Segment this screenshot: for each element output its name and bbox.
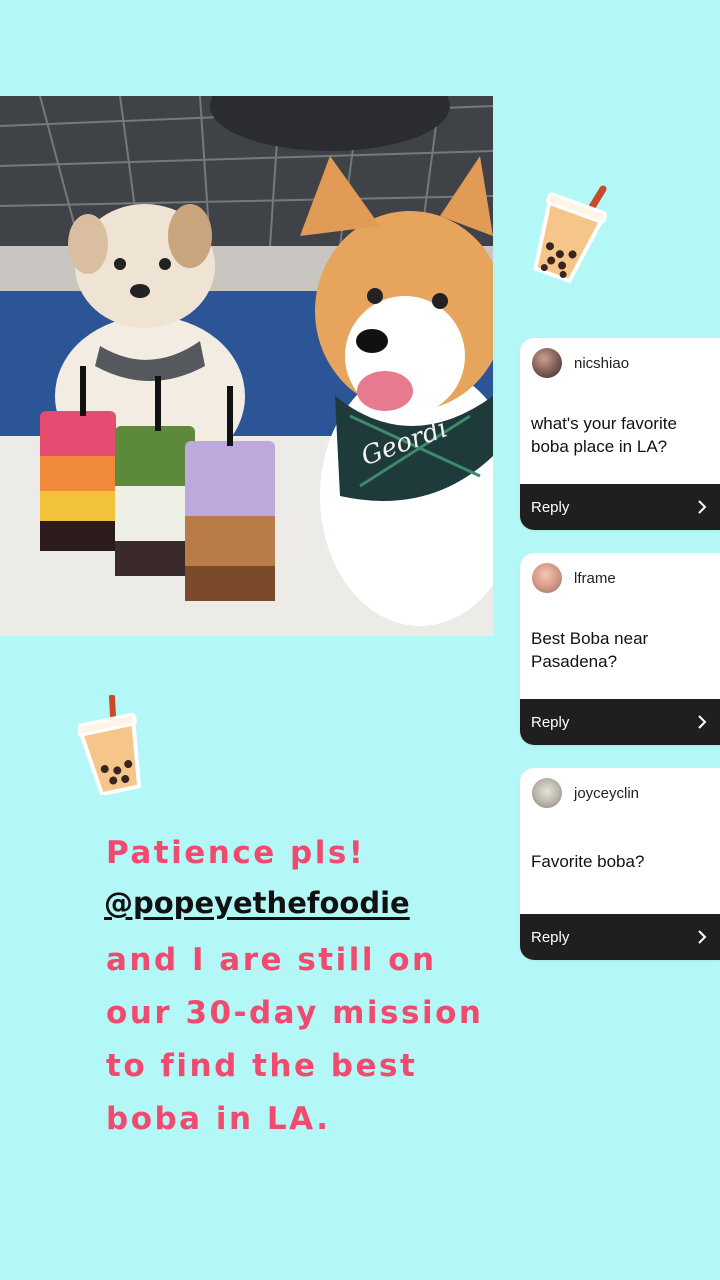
username: nicshiao — [574, 354, 630, 372]
mention-link[interactable]: @popeyethefoodie — [104, 886, 410, 920]
story-photo: Geordi — [0, 96, 493, 636]
caption-line: our 30-day mission — [106, 995, 484, 1031]
question-header: joyceyclin — [532, 778, 639, 808]
avatar — [532, 778, 562, 808]
reply-button[interactable]: Reply — [520, 914, 720, 960]
caption-line: Patience pls! — [106, 835, 366, 871]
question-card: lframe Best Boba near Pasadena? Reply — [520, 553, 720, 745]
question-header: nicshiao — [532, 348, 629, 378]
caption-line: and I are still on — [106, 942, 437, 978]
chevron-right-icon — [698, 500, 707, 514]
reply-label: Reply — [531, 499, 570, 516]
avatar — [532, 348, 562, 378]
username: lframe — [574, 569, 616, 587]
chevron-right-icon — [698, 930, 707, 944]
avatar — [532, 563, 562, 593]
question-card: joyceyclin Favorite boba? Reply — [520, 768, 720, 960]
reply-label: Reply — [531, 929, 570, 946]
photo-illustration: Geordi — [0, 96, 493, 636]
question-card: nicshiao what's your favorite boba place… — [520, 338, 720, 530]
question-text: Best Boba near Pasadena? — [531, 629, 649, 671]
question-text: Favorite boba? — [531, 852, 645, 871]
question-text: what's your favorite boba place in LA? — [531, 414, 677, 456]
boba-sticker-icon — [76, 694, 148, 800]
boba-sticker-icon — [515, 185, 615, 290]
chevron-right-icon — [698, 715, 707, 729]
caption-line: to find the best — [106, 1048, 418, 1084]
reply-label: Reply — [531, 714, 570, 731]
reply-button[interactable]: Reply — [520, 484, 720, 530]
username: joyceyclin — [574, 784, 640, 802]
caption-line: boba in LA. — [106, 1101, 331, 1137]
reply-button[interactable]: Reply — [520, 699, 720, 745]
question-header: lframe — [532, 563, 616, 593]
